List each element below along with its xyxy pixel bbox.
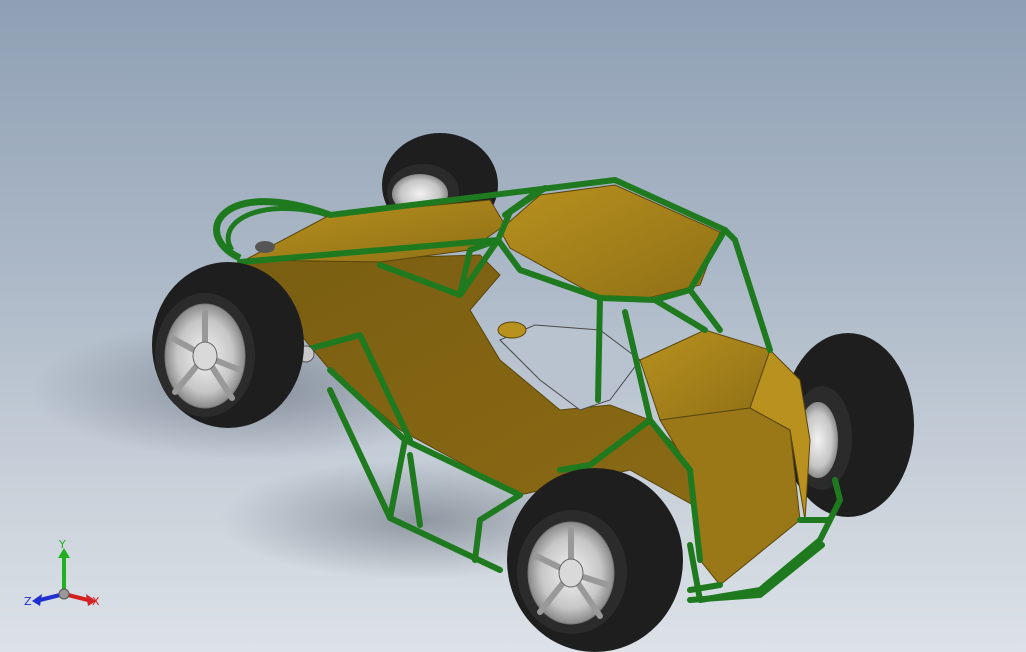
x-axis-label: X (92, 595, 100, 608)
cad-model[interactable] (0, 0, 1026, 652)
steering-part (497, 321, 527, 339)
rear-hub (255, 241, 275, 253)
z-axis-label: Z (24, 595, 32, 608)
wheel-front-right[interactable] (507, 468, 683, 652)
view-triad[interactable]: Y X Z (22, 536, 112, 616)
graphics-viewport[interactable]: Y X Z (0, 0, 1026, 652)
roof-panel (499, 184, 721, 301)
y-axis-label: Y (58, 538, 66, 551)
wheel-front-left[interactable] (152, 262, 304, 428)
